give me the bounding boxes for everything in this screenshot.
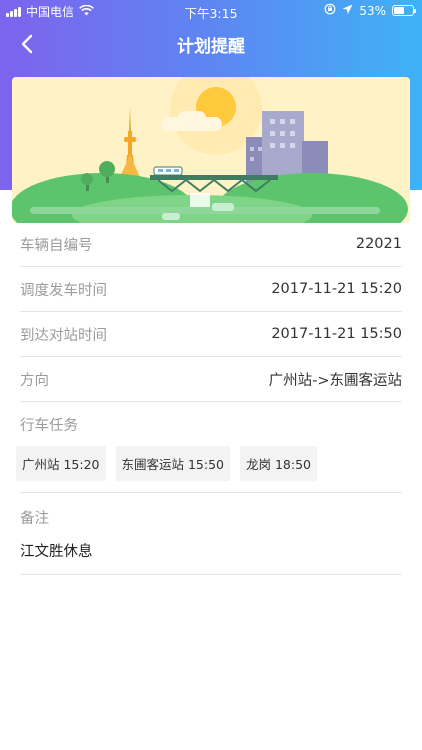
task-chip: 广州站 15:20 — [16, 446, 106, 481]
location-arrow-icon — [342, 4, 353, 18]
status-right: 53% — [324, 3, 416, 18]
status-bar: 中国电信 下午3:15 53% — [0, 0, 422, 22]
task-chip: 龙岗 18:50 — [240, 446, 317, 481]
remark-text: 江文胜休息 — [20, 544, 93, 560]
detail-row-vehicle-number: 车辆自编号 22021 — [20, 222, 402, 267]
detail-row-departure-time: 调度发车时间 2017-11-21 15:20 — [20, 267, 402, 312]
tasks-label: 行车任务 — [20, 418, 78, 434]
battery-icon — [392, 5, 416, 16]
divider — [20, 574, 402, 575]
departure-time-label: 调度发车时间 — [20, 282, 107, 299]
arrival-time-label: 到达对站时间 — [20, 327, 107, 344]
page-title: 计划提醒 — [177, 37, 245, 57]
detail-row-arrival-time: 到达对站时间 2017-11-21 15:50 — [20, 312, 402, 357]
task-list: 广州站 15:20 东圃客运站 15:50 龙岗 18:50 — [16, 446, 317, 481]
vehicle-number-value: 22021 — [355, 236, 402, 252]
divider — [20, 492, 402, 493]
vehicle-number-label: 车辆自编号 — [20, 237, 93, 254]
arrival-time-value: 2017-11-21 15:50 — [271, 326, 402, 342]
direction-value: 广州站->东圃客运站 — [268, 372, 402, 389]
direction-label: 方向 — [20, 372, 49, 389]
lock-rotation-icon — [324, 3, 336, 18]
task-chip: 东圃客运站 15:50 — [115, 446, 230, 481]
banner-illustration — [12, 77, 410, 223]
detail-row-direction: 方向 广州站->东圃客运站 — [20, 357, 402, 402]
remark-label: 备注 — [20, 511, 49, 527]
battery-percent: 53% — [359, 3, 386, 18]
departure-time-value: 2017-11-21 15:20 — [271, 281, 402, 297]
nav-bar: 计划提醒 — [0, 22, 422, 66]
